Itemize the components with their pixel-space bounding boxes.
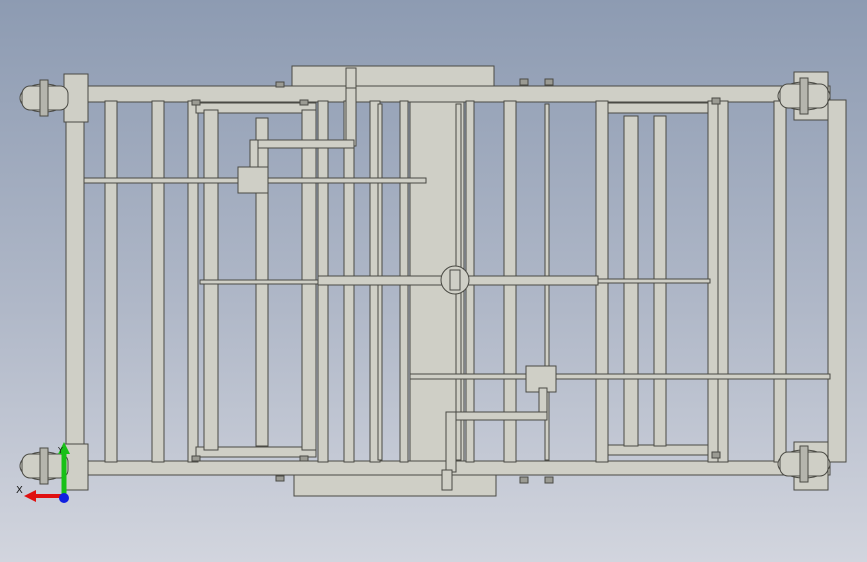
caster-wheel-top-left xyxy=(19,79,69,117)
left-end-rail xyxy=(65,99,85,463)
cross-rod-middle-left xyxy=(199,279,321,285)
crank-grip xyxy=(441,469,453,491)
slat xyxy=(104,100,118,463)
crank-tube xyxy=(249,139,355,149)
x-axis-label: X xyxy=(16,485,23,496)
x-axis-arrowhead xyxy=(24,490,36,502)
z-axis-dot xyxy=(59,493,69,503)
center-plate-top xyxy=(291,65,495,89)
right-inner-frame-top xyxy=(597,102,721,114)
center-hub-core xyxy=(449,269,461,291)
center-plate-bottom xyxy=(293,473,497,497)
slat xyxy=(151,100,165,463)
slat xyxy=(187,100,199,463)
cross-rod-middle-right xyxy=(597,278,711,284)
slat xyxy=(717,100,729,463)
crank-tube xyxy=(445,411,457,473)
crank-tube xyxy=(445,411,548,421)
crank-tube xyxy=(345,85,357,147)
crank-block xyxy=(237,166,269,194)
slat xyxy=(773,100,787,463)
cad-viewport[interactable]: X Y xyxy=(0,0,867,562)
cross-rod-lower xyxy=(409,373,831,380)
coordinate-triad xyxy=(10,438,80,510)
crank-grip xyxy=(345,67,357,89)
cart-frame-model[interactable] xyxy=(0,0,867,562)
right-end-rail xyxy=(827,99,847,463)
y-axis-label: Y xyxy=(58,446,63,455)
